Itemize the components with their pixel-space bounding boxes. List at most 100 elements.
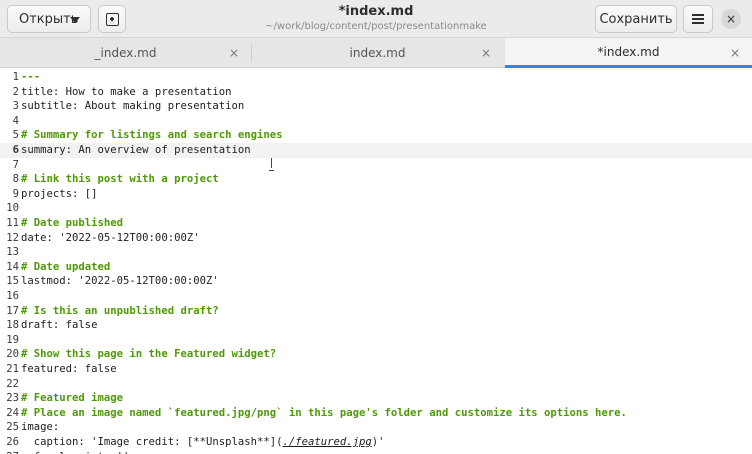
editor-line[interactable]: 14 # Date updated (0, 260, 752, 275)
line-number: 21 (6, 363, 19, 375)
new-document-icon (105, 12, 119, 26)
chevron-down-icon (70, 17, 80, 23)
line-text: lastmod: '2022-05-12T00:00:00Z' (21, 275, 219, 288)
editor-line[interactable]: 12 date: '2022-05-12T00:00:00Z' (0, 231, 752, 246)
link-path: ./featured.jpg (282, 436, 372, 448)
tab-underscore-index-md[interactable]: _index.md × (0, 38, 251, 68)
editor-line[interactable]: 5 # Summary for listings and search engin… (0, 128, 752, 143)
line-text: subtitle: About making presentation (21, 100, 245, 113)
line-number: 19 (6, 333, 19, 346)
line-number: 10 (6, 202, 19, 215)
save-button-label: Сохранить (599, 11, 673, 27)
editor-line[interactable]: 11 # Date published (0, 216, 752, 231)
line-number: 26 (6, 436, 19, 448)
line-text: # Is this an unpublished draft? (21, 304, 219, 317)
line-number: 8 (12, 173, 19, 186)
header-bar: Открыть *index.md ~/work/blog/content/po… (0, 0, 752, 38)
new-tab-button[interactable] (98, 5, 126, 33)
line-number: 5 (12, 129, 19, 142)
line-number: 16 (6, 290, 19, 302)
window-title: *index.md (338, 4, 414, 19)
main-menu-button[interactable] (683, 5, 713, 33)
line-text: # Featured image (21, 392, 124, 405)
editor-line[interactable]: 3 subtitle: About making presentation (0, 99, 752, 114)
line-text: focal_point: '' (21, 450, 130, 454)
line-number: 12 (6, 231, 19, 244)
line-text: caption: 'Image credit: [**Unsplash**](.… (21, 435, 385, 450)
line-text: draft: false (21, 319, 98, 332)
line-text: # Link this post with a project (21, 173, 219, 186)
editor-line[interactable]: 21 featured: false (0, 362, 752, 377)
line-number: 7 (12, 158, 19, 171)
line-text-part: caption: 'Image credit: [**Unsplash**]( (21, 436, 283, 448)
editor-line[interactable]: 27 focal_point: '' (0, 450, 752, 454)
tab-close-icon[interactable]: × (481, 46, 491, 60)
editor-line[interactable]: 6 summary: An overview of presentation (0, 143, 752, 158)
editor-line[interactable]: 26 caption: 'Image credit: [**Unsplash**… (0, 435, 752, 450)
editor-line[interactable]: 2 title: How to make a presentation (0, 85, 752, 100)
line-number: 23 (6, 392, 19, 405)
editor-line[interactable]: 18 draft: false (0, 318, 752, 333)
line-number: 27 (0, 450, 19, 454)
tab-close-icon[interactable]: × (229, 46, 239, 60)
editor-line[interactable]: 1 --- (0, 70, 752, 85)
close-icon: × (725, 12, 737, 26)
editor-line[interactable]: 20 # Show this page in the Featured widge… (0, 347, 752, 362)
open-button[interactable]: Открыть (7, 5, 91, 33)
editor-line[interactable]: 13 (0, 245, 752, 260)
line-text: # Date updated (21, 260, 111, 273)
line-number: 1 (12, 71, 19, 83)
line-number: 4 (12, 114, 19, 127)
save-button[interactable]: Сохранить (595, 5, 677, 33)
editor-line[interactable]: 15 lastmod: '2022-05-12T00:00:00Z' (0, 274, 752, 289)
tab-label: _index.md (94, 46, 157, 60)
close-window-button[interactable]: × (721, 9, 741, 29)
editor-line[interactable]: 23 # Featured image (0, 391, 752, 406)
editor-line[interactable]: 22 (0, 377, 752, 392)
editor-line[interactable]: 8 # Link this post with a project (0, 172, 752, 187)
line-number: 20 (6, 348, 19, 361)
hamburger-menu-icon (692, 14, 704, 24)
line-text: # Summary for listings and search engine… (21, 129, 283, 142)
line-number: 13 (6, 246, 19, 259)
tab-bar: _index.md × index.md × *index.md × (0, 38, 752, 68)
tab-index-md[interactable]: index.md × (252, 38, 503, 68)
line-number: 18 (6, 319, 19, 332)
line-text: # Date published (21, 217, 124, 229)
line-text: # Show this page in the Featured widget? (21, 348, 277, 361)
line-text: summary: An overview of presentation (21, 144, 251, 156)
line-number: 25 (6, 421, 19, 434)
text-editor[interactable]: 1 --- 2 title: How to make a presentation 3 s… (0, 69, 752, 454)
editor-line[interactable]: 24 # Place an image named `featured.jpg/p… (0, 406, 752, 421)
tab-label: index.md (349, 46, 406, 60)
line-text: featured: false (21, 363, 117, 375)
tab-label: *index.md (597, 44, 660, 59)
line-text: # Place an image named `featured.jpg/png… (21, 406, 627, 419)
line-text-part: )' (371, 436, 385, 448)
line-text: image: (21, 421, 60, 434)
tab-index-md-modified[interactable]: *index.md × (505, 38, 752, 68)
line-text: --- (21, 71, 41, 83)
tab-close-icon[interactable]: × (730, 46, 740, 60)
line-text: date: '2022-05-12T00:00:00Z' (21, 231, 200, 244)
line-number: 14 (6, 260, 19, 273)
line-number: 6 (12, 144, 19, 156)
editor-line[interactable]: 10 (0, 201, 752, 216)
window-subtitle: ~/work/blog/content/post/presentationmak… (265, 21, 487, 32)
editor-line[interactable]: 17 # Is this an unpublished draft? (0, 304, 752, 319)
line-text: projects: [] (21, 187, 98, 200)
line-number: 9 (12, 187, 19, 200)
window-title-block: *index.md ~/work/blog/content/post/prese… (240, 4, 512, 33)
editor-line[interactable]: 19 (0, 333, 752, 348)
editor-line[interactable]: 25 image: (0, 420, 752, 435)
line-number: 22 (6, 377, 19, 390)
editor-line[interactable]: 7 (0, 158, 752, 173)
editor-line[interactable]: 9 projects: [] (0, 187, 752, 202)
line-number: 17 (6, 304, 19, 317)
line-number: 11 (6, 217, 19, 229)
editor-line[interactable]: 4 (0, 114, 752, 129)
line-number: 15 (6, 275, 19, 288)
editor-line[interactable]: 16 (0, 289, 752, 304)
line-number: 2 (12, 85, 19, 98)
line-number: 3 (12, 100, 19, 113)
